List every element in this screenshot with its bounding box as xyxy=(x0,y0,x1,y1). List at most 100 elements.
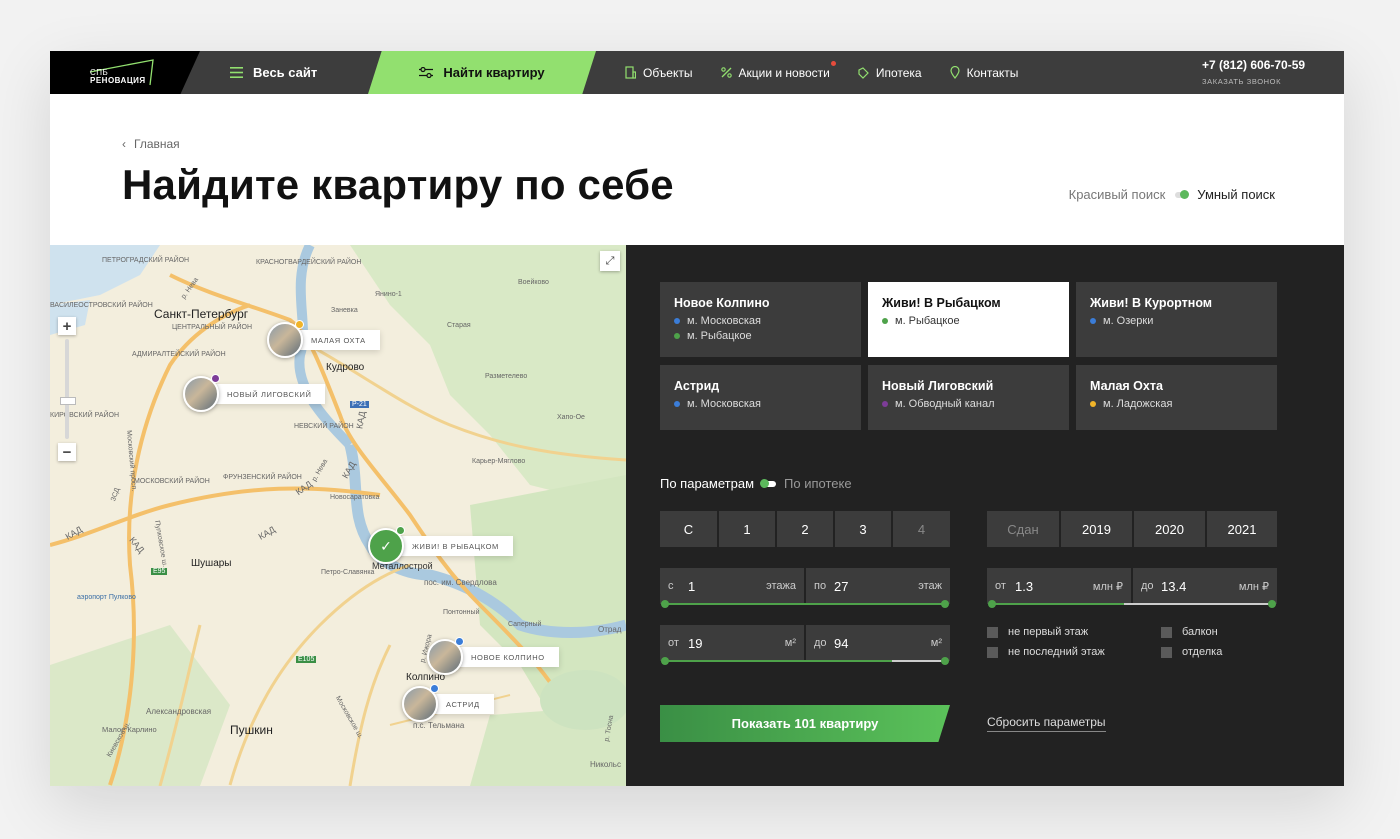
rooms-option[interactable]: С xyxy=(660,511,717,547)
rooms-option[interactable]: 3 xyxy=(835,511,891,547)
rooms-option[interactable]: 2 xyxy=(777,511,833,547)
location-pin-icon xyxy=(949,66,960,79)
price-slider-min-handle[interactable] xyxy=(988,600,996,608)
map-label-district: КРАСНОГВАРДЕЙСКИЙ РАЙОН xyxy=(256,259,362,266)
find-apartment-tab[interactable]: Найти квартиру xyxy=(368,51,596,94)
percent-icon xyxy=(720,67,732,78)
search-mode-beautiful[interactable]: Красивый поиск xyxy=(1069,187,1166,202)
price-from-unit: млн ₽ xyxy=(1092,580,1123,593)
checkbox-not-last-floor[interactable]: не последний этаж xyxy=(987,646,1105,658)
map-pin-zhivi-rybatskom[interactable]: ✓ ЖИВИ! В РЫБАЦКОМ xyxy=(368,526,513,564)
area-slider-min-handle[interactable] xyxy=(661,657,669,665)
metro-dot xyxy=(295,320,304,329)
rooms-selector: С 1 2 3 4 xyxy=(660,511,950,547)
nav-link-mortgage[interactable]: Ипотека xyxy=(858,66,922,80)
map-label: п.с. Тельмана xyxy=(413,721,465,730)
area-slider-max-handle[interactable] xyxy=(941,657,949,665)
search-mode-switch: Красивый поиск Умный поиск xyxy=(1069,187,1275,202)
floor-from-field[interactable]: с 1 этажа xyxy=(660,568,804,604)
search-mode-toggle[interactable] xyxy=(1175,189,1190,199)
price-to-field[interactable]: до 13.4 млн ₽ xyxy=(1133,568,1277,604)
floor-to-field[interactable]: по 27 этаж xyxy=(806,568,950,604)
road-shield: Е95 xyxy=(151,568,168,575)
filter-mode-params[interactable]: По параметрам xyxy=(660,476,754,491)
map-label-district: ЦЕНТРАЛЬНЫЙ РАЙОН xyxy=(172,324,253,331)
fullscreen-icon[interactable]: ⤢ xyxy=(600,251,620,271)
map-label-district: ФРУНЗЕНСКИЙ РАЙОН xyxy=(223,474,302,481)
area-from-value: 19 xyxy=(688,635,703,651)
area-from-field[interactable]: от 19 м² xyxy=(660,625,804,661)
checkbox-box xyxy=(987,646,998,658)
breadcrumb[interactable]: ‹ Главная xyxy=(122,137,180,151)
nav-link-contacts[interactable]: Контакты xyxy=(949,66,1018,80)
area-to-field[interactable]: до 94 м² xyxy=(806,625,950,661)
map-label: Никольс xyxy=(590,760,621,769)
project-card-active[interactable]: Живи! В Рыбацком м. Рыбацкое xyxy=(868,282,1069,357)
year-option[interactable]: 2019 xyxy=(1061,511,1132,547)
road-shield: Р-21 xyxy=(350,401,369,408)
project-card[interactable]: Малая Охта м. Ладожская xyxy=(1076,365,1277,430)
project-card[interactable]: Астрид м. Московская xyxy=(660,365,861,430)
search-mode-smart[interactable]: Умный поиск xyxy=(1197,187,1275,202)
floor-slider-max-handle[interactable] xyxy=(941,600,949,608)
page-frame: СПБ РЕНОВАЦИЯ Весь сайт Найти квартиру О… xyxy=(50,51,1344,786)
map-label: Кудрово xyxy=(326,362,365,373)
map-pin-novoe-kolpino[interactable]: НОВОЕ КОЛПИНО xyxy=(427,637,559,675)
all-site-menu[interactable]: Весь сайт xyxy=(230,51,317,94)
metro-dot xyxy=(1090,401,1096,407)
project-name: Новое Колпино xyxy=(674,296,770,310)
area-range: от 19 м² до 94 м² xyxy=(660,625,950,665)
year-option[interactable]: 2020 xyxy=(1134,511,1205,547)
road-shield: Е105 xyxy=(296,656,317,663)
map-pin-novy-ligovsky[interactable]: НОВЫЙ ЛИГОВСКИЙ xyxy=(183,374,326,412)
hamburger-icon xyxy=(230,67,243,78)
price-slider-max-handle[interactable] xyxy=(1268,600,1276,608)
phone-number[interactable]: +7 (812) 606-70-59 xyxy=(1202,58,1305,72)
project-card[interactable]: Новое Колпино м. Московская м. Рыбацкое xyxy=(660,282,861,357)
breadcrumb-home: Главная xyxy=(134,137,180,151)
callback-link[interactable]: ЗАКАЗАТЬ ЗВОНОК xyxy=(1202,77,1281,86)
price-from-field[interactable]: от 1.3 млн ₽ xyxy=(987,568,1131,604)
nav-link-news[interactable]: Акции и новости xyxy=(720,60,836,80)
price-from-prefix: от xyxy=(995,580,1006,592)
map-pin-label: ЖИВИ! В РЫБАЦКОМ xyxy=(388,536,513,556)
metro-station: м. Рыбацкое xyxy=(882,315,1055,327)
project-card[interactable]: Живи! В Курортном м. Озерки xyxy=(1076,282,1277,357)
notification-dot xyxy=(830,60,836,66)
map[interactable]: Санкт-Петербург Шушары Пушкин Колпино Ян… xyxy=(50,245,626,786)
zoom-in-button[interactable]: + xyxy=(58,317,76,335)
zoom-control: + − xyxy=(58,317,76,461)
map-pin-malaya-okhta[interactable]: МАЛАЯ ОХТА xyxy=(267,320,380,358)
map-label-district: ВАСИЛЕОСТРОВСКИЙ РАЙОН xyxy=(50,302,153,309)
rooms-option[interactable]: 1 xyxy=(719,511,775,547)
reset-filters-link[interactable]: Сбросить параметры xyxy=(987,715,1106,732)
price-from-value: 1.3 xyxy=(1015,578,1034,594)
year-option[interactable]: Сдан xyxy=(987,511,1059,547)
area-to-value: 94 xyxy=(834,635,849,651)
map-label: Воейково xyxy=(518,279,549,286)
metro-station: м. Московская xyxy=(674,398,847,410)
logo[interactable]: СПБ РЕНОВАЦИЯ xyxy=(50,51,200,94)
map-pin-astrid[interactable]: АСТРИД xyxy=(402,684,494,722)
nav-link-objects[interactable]: Объекты xyxy=(625,66,693,80)
find-apartment-label: Найти квартиру xyxy=(443,65,545,80)
filter-mode-toggle[interactable] xyxy=(760,478,777,488)
map-label: Хапо-Ое xyxy=(557,414,585,421)
map-pin-label: НОВОЕ КОЛПИНО xyxy=(447,647,559,667)
filter-mode-mortgage[interactable]: По ипотеке xyxy=(784,476,852,491)
map-label-district: МОСКОВСКИЙ РАЙОН xyxy=(134,478,210,485)
checkbox-balcony[interactable]: балкон xyxy=(1161,626,1218,638)
floor-from-unit: этажа xyxy=(766,580,796,592)
map-label-district: АДМИРАЛТЕЙСКИЙ РАЙОН xyxy=(132,351,226,358)
show-apartments-button[interactable]: Показать 101 квартиру xyxy=(660,705,950,742)
area-to-prefix: до xyxy=(814,637,827,649)
nav-link-label: Акции и новости xyxy=(738,65,830,80)
floor-slider-min-handle[interactable] xyxy=(661,600,669,608)
zoom-out-button[interactable]: − xyxy=(58,443,76,461)
zoom-slider[interactable] xyxy=(60,339,76,439)
project-card[interactable]: Новый Лиговский м. Обводный канал xyxy=(868,365,1069,430)
checkbox-finish[interactable]: отделка xyxy=(1161,646,1222,658)
rooms-option[interactable]: 4 xyxy=(893,511,950,547)
checkbox-not-first-floor[interactable]: не первый этаж xyxy=(987,626,1088,638)
year-option[interactable]: 2021 xyxy=(1207,511,1277,547)
